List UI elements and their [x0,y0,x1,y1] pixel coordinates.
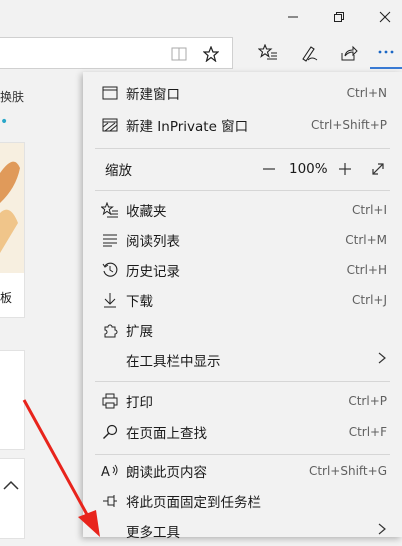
zoom-level: 100% [289,161,328,177]
menu-separator [95,148,390,149]
menu-item-find[interactable]: 在页面上查找 Ctrl+F [83,417,402,447]
menu-separator [95,381,390,382]
menu-item-shortcut: Ctrl+I [352,203,387,217]
menu-item-new-window[interactable]: 新建窗口 Ctrl+N [83,78,402,108]
reading-list-icon [99,229,121,251]
zoom-out-button[interactable] [257,157,281,181]
inprivate-window-icon [99,114,121,136]
menu-item-label: 打印 [126,395,153,411]
menu-item-history[interactable]: 历史记录 Ctrl+H [83,255,402,285]
accent-mark: • [0,114,9,130]
menu-item-label: 朗读此页内容 [126,465,207,481]
svg-text:A: A [101,465,110,479]
window-icon [99,82,121,104]
menu-item-label: 扩展 [126,324,153,340]
web-note-button[interactable] [296,40,322,66]
restore-button[interactable] [316,0,362,34]
read-aloud-icon: A [99,460,121,482]
chevron-up-icon [3,480,19,490]
menu-item-show-in-toolbar[interactable]: 在工具栏中显示 [83,345,402,375]
favorites-hub-button[interactable] [255,40,281,66]
find-icon [99,421,121,443]
menu-item-label: 更多工具 [126,525,180,541]
favorites-star-icon [99,199,121,221]
minimize-button[interactable] [270,0,316,34]
menu-item-print[interactable]: 打印 Ctrl+P [83,386,402,416]
zoom-row: 缩放 100% [83,154,402,184]
menu-item-label: 将此页面固定到任务栏 [126,495,261,511]
fullscreen-icon [372,163,384,175]
skin-link[interactable]: 换肤 [0,88,24,105]
page-card-3[interactable] [0,458,25,539]
add-favorite-button[interactable] [200,43,222,65]
history-icon [99,259,121,281]
zoom-label: 缩放 [105,163,132,179]
menu-item-more-tools[interactable]: 更多工具 [83,516,402,546]
favorites-list-icon [258,44,277,60]
menu-separator [95,190,390,191]
pen-icon [302,46,318,62]
menu-item-shortcut: Ctrl+P [348,394,387,408]
chevron-right-icon [378,352,386,368]
menu-item-label: 新建 InPrivate 窗口 [126,119,249,135]
reading-view-icon [171,47,187,61]
menu-item-label: 收藏夹 [126,204,167,220]
plus-icon [339,163,351,175]
menu-separator [95,454,390,455]
browser-toolbar [0,34,402,72]
close-button[interactable] [362,0,402,34]
menu-item-label: 历史记录 [126,264,180,280]
share-icon [341,45,358,61]
menu-item-shortcut: Ctrl+Shift+G [308,464,387,478]
fullscreen-button[interactable] [366,157,390,181]
minimize-icon [288,16,298,18]
more-dots-icon [378,50,394,54]
menu-item-label: 新建窗口 [126,87,180,103]
print-icon [99,390,121,412]
page-card-2[interactable] [0,350,25,450]
address-bar[interactable] [0,37,233,69]
pin-icon [99,490,121,512]
extensions-icon [99,319,121,341]
menu-item-shortcut: Ctrl+J [352,293,387,307]
menu-item-shortcut: Ctrl+Shift+P [311,118,387,132]
menu-item-label: 阅读列表 [126,234,180,250]
settings-menu: 新建窗口 Ctrl+N 新建 InPrivate 窗口 Ctrl+Shift+P… [83,72,402,541]
card-illustration [0,143,24,273]
zoom-in-button[interactable] [333,157,357,181]
menu-item-new-inprivate[interactable]: 新建 InPrivate 窗口 Ctrl+Shift+P [83,110,402,140]
menu-item-label: 在工具栏中显示 [126,354,221,370]
menu-item-shortcut: Ctrl+H [346,263,387,277]
menu-item-favorites[interactable]: 收藏夹 Ctrl+I [83,195,402,225]
minus-icon [263,168,275,170]
menu-item-downloads[interactable]: 下载 Ctrl+J [83,285,402,315]
menu-item-label: 在页面上查找 [126,426,207,442]
settings-more-button[interactable] [370,37,402,69]
share-button[interactable] [336,40,362,66]
restore-icon [334,12,344,22]
title-bar [0,0,402,34]
card-text: 板 [0,291,13,305]
menu-item-shortcut: Ctrl+F [348,425,387,439]
close-icon [379,11,391,23]
menu-item-reading-list[interactable]: 阅读列表 Ctrl+M [83,225,402,255]
menu-item-extensions[interactable]: 扩展 [83,315,402,345]
star-icon [203,46,219,62]
menu-item-read-aloud[interactable]: A 朗读此页内容 Ctrl+Shift+G [83,456,402,486]
menu-item-label: 下载 [126,294,153,310]
menu-item-shortcut: Ctrl+M [345,233,387,247]
menu-item-shortcut: Ctrl+N [346,86,387,100]
page-card[interactable]: 板 [0,142,25,318]
download-icon [99,289,121,311]
reading-view-button[interactable] [168,43,190,65]
menu-item-pin-taskbar[interactable]: 将此页面固定到任务栏 [83,486,402,516]
web-page-content: 换肤 • 板 [0,72,82,539]
